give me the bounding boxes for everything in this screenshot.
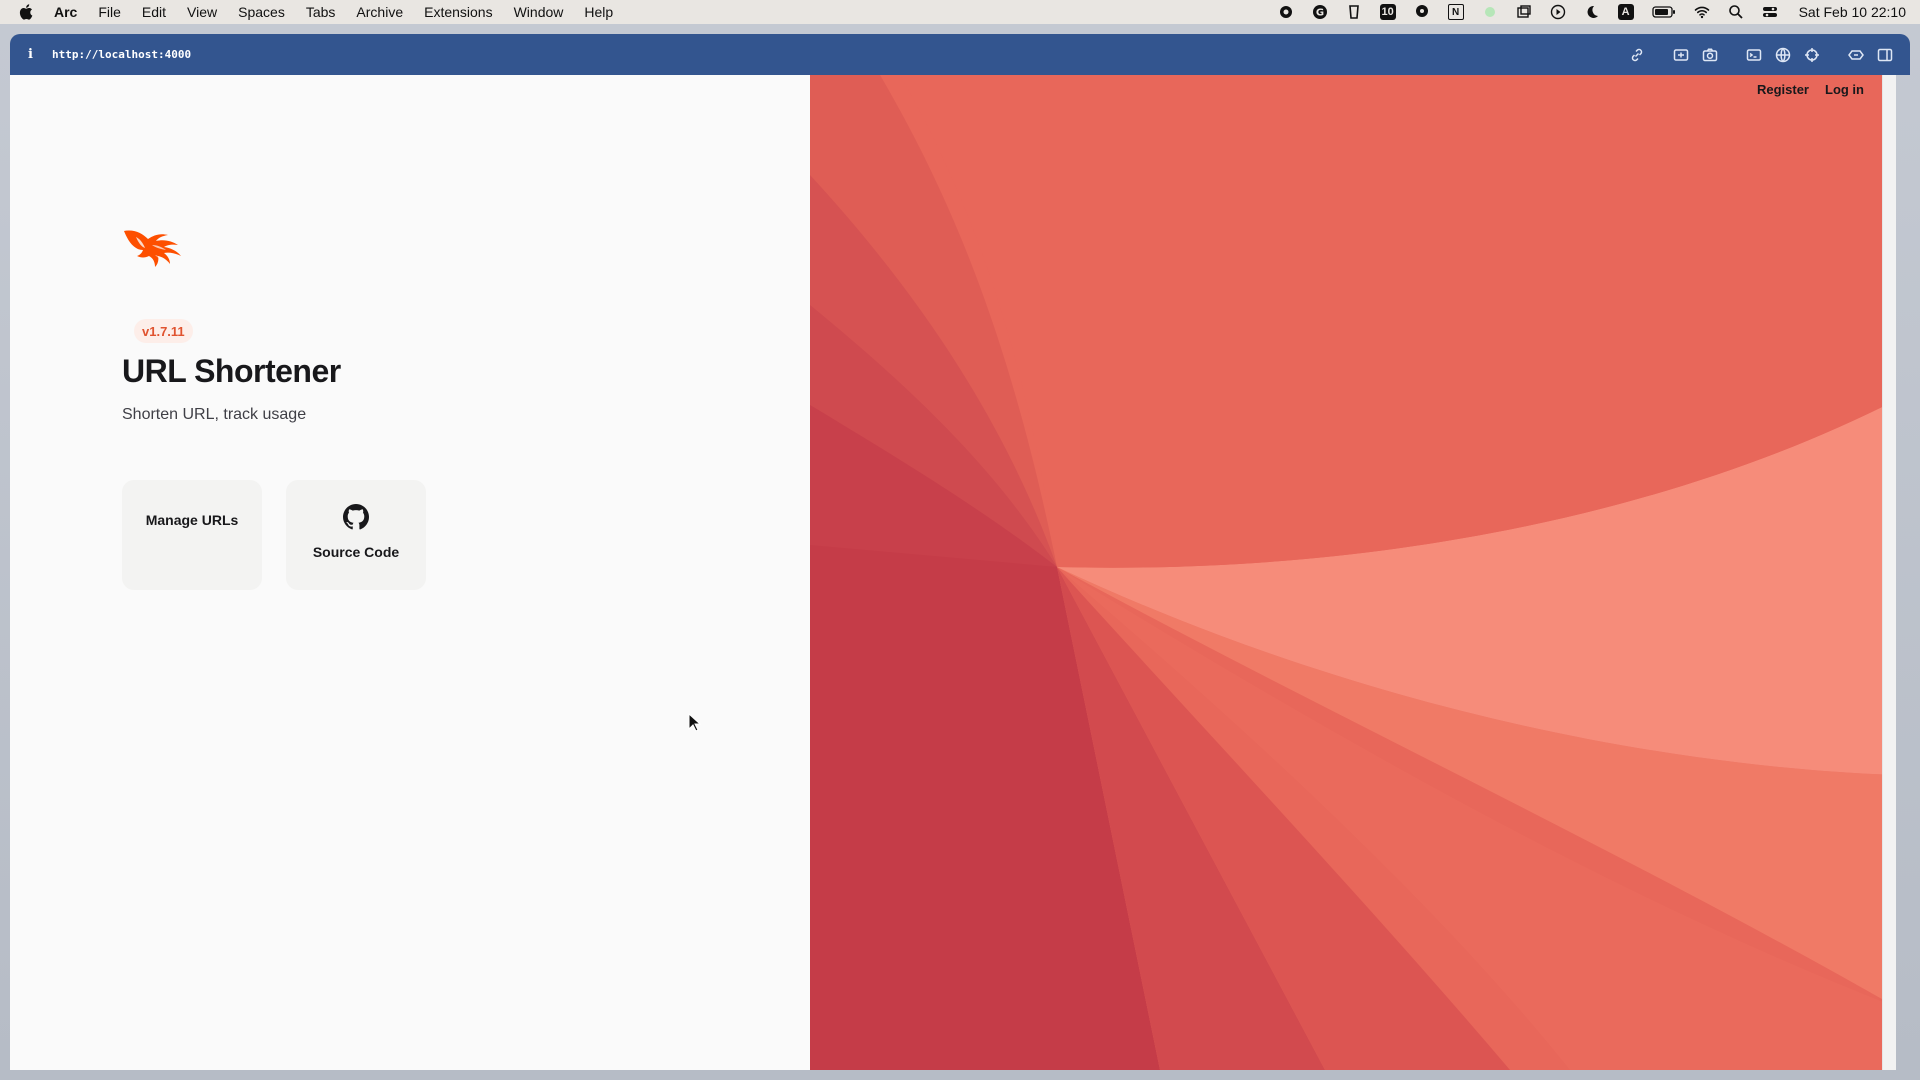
source-code-card[interactable]: Source Code bbox=[286, 480, 426, 590]
globe-icon[interactable] bbox=[1774, 46, 1792, 64]
register-link[interactable]: Register bbox=[1757, 82, 1809, 97]
page-subtitle: Shorten URL, track usage bbox=[122, 406, 307, 423]
record-icon[interactable] bbox=[1278, 4, 1294, 20]
menu-archive[interactable]: Archive bbox=[356, 4, 403, 20]
manage-urls-label: Manage URLs bbox=[145, 512, 239, 528]
login-link[interactable]: Log in bbox=[1825, 82, 1864, 97]
terminal-icon[interactable] bbox=[1745, 46, 1763, 64]
input-source-icon[interactable]: A bbox=[1617, 4, 1634, 20]
status-tray: G 10 N A Sat Feb 10 22:10 bbox=[1269, 0, 1906, 24]
menu-edit[interactable]: Edit bbox=[142, 4, 166, 20]
battery-icon[interactable] bbox=[1651, 4, 1676, 20]
menu-bar: Arc File Edit View Spaces Tabs Archive E… bbox=[0, 0, 1920, 24]
menu-view[interactable]: View bbox=[187, 4, 217, 20]
menu-help[interactable]: Help bbox=[584, 4, 613, 20]
calendar-badge-icon[interactable]: 10 bbox=[1379, 4, 1396, 20]
menu-file[interactable]: File bbox=[98, 4, 121, 20]
menu-extensions[interactable]: Extensions bbox=[424, 4, 492, 20]
bracket-icon[interactable] bbox=[1346, 4, 1362, 20]
status-dot-icon[interactable] bbox=[1482, 4, 1498, 20]
control-center-icon[interactable] bbox=[1762, 4, 1778, 20]
camera-icon[interactable] bbox=[1701, 46, 1719, 64]
grammarly-icon[interactable]: G bbox=[1312, 4, 1328, 20]
decorative-background: Register Log in bbox=[810, 75, 1896, 1070]
target-icon[interactable] bbox=[1803, 46, 1821, 64]
sidebar-toggle-icon[interactable] bbox=[1876, 46, 1894, 64]
svg-text:G: G bbox=[1315, 8, 1323, 19]
auth-links: Register Log in bbox=[1757, 82, 1864, 97]
wifi-icon[interactable] bbox=[1694, 4, 1710, 20]
apple-icon[interactable] bbox=[18, 3, 36, 21]
site-info-icon[interactable]: i bbox=[28, 47, 40, 62]
source-code-label: Source Code bbox=[312, 544, 400, 560]
menu-tabs[interactable]: Tabs bbox=[306, 4, 336, 20]
scrollbar[interactable] bbox=[1882, 75, 1896, 1070]
copy-link-icon[interactable] bbox=[1628, 46, 1646, 64]
github-icon bbox=[343, 504, 369, 530]
phoenix-logo-icon bbox=[124, 230, 181, 267]
menu-spaces[interactable]: Spaces bbox=[238, 4, 285, 20]
location-pin-icon[interactable] bbox=[1414, 4, 1430, 20]
spotlight-search-icon[interactable] bbox=[1728, 4, 1744, 20]
menu-window[interactable]: Window bbox=[514, 4, 564, 20]
menubar-clock[interactable]: Sat Feb 10 22:10 bbox=[1799, 4, 1906, 20]
url-bar[interactable]: http://localhost:4000 bbox=[52, 48, 191, 61]
menu-app-name[interactable]: Arc bbox=[54, 4, 77, 20]
abstract-rays-graphic bbox=[810, 75, 1896, 1070]
manage-urls-card[interactable]: Manage URLs bbox=[122, 480, 262, 590]
notion-icon[interactable]: N bbox=[1447, 4, 1464, 20]
mouse-cursor-icon bbox=[688, 713, 702, 732]
hero-panel: v1.7.11 URL Shortener Shorten URL, track… bbox=[10, 75, 810, 1070]
extensions-icon[interactable] bbox=[1847, 46, 1865, 64]
version-badge: v1.7.11 bbox=[134, 319, 193, 343]
browser-window: i http://localhost:4000 v1.7.11 URL Shor… bbox=[0, 24, 1920, 1080]
windows-icon[interactable] bbox=[1516, 4, 1532, 20]
page-viewport: v1.7.11 URL Shortener Shorten URL, track… bbox=[10, 75, 1896, 1070]
play-icon[interactable] bbox=[1550, 4, 1566, 20]
page-title: URL Shortener bbox=[122, 353, 341, 389]
toolbar-tools bbox=[1617, 34, 1894, 75]
browser-toolbar: i http://localhost:4000 bbox=[10, 34, 1910, 75]
capture-icon[interactable] bbox=[1672, 46, 1690, 64]
moon-icon[interactable] bbox=[1584, 4, 1600, 20]
